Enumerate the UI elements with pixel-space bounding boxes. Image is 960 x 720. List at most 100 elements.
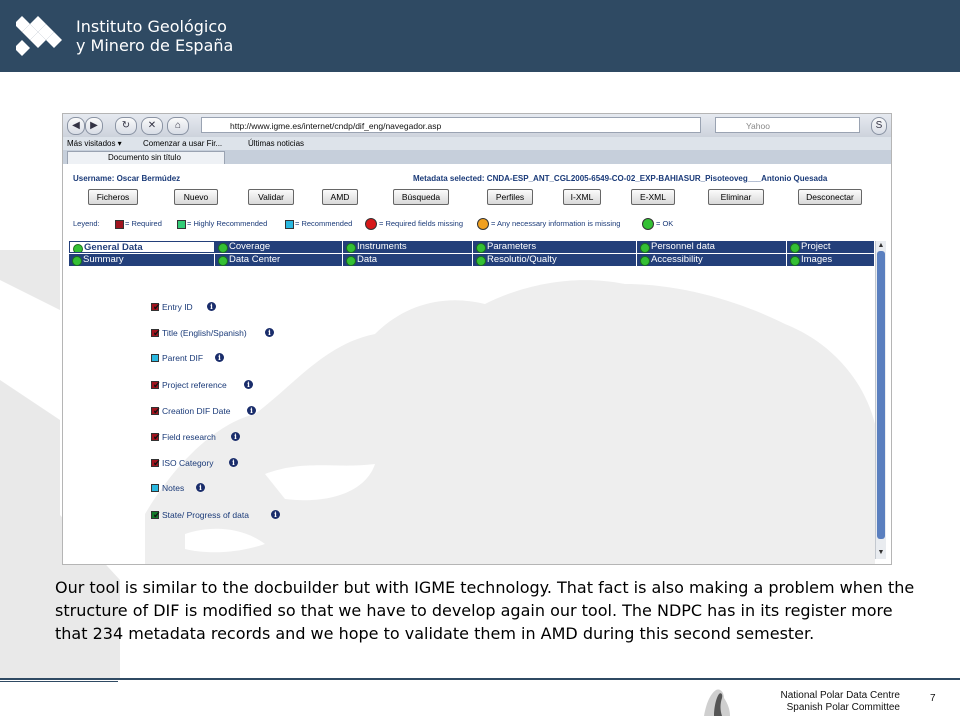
tab-label: Coverage	[229, 241, 271, 252]
status-ok-icon	[790, 243, 800, 253]
nuevo-button[interactable]: Nuevo	[174, 189, 218, 205]
info-icon[interactable]: i	[271, 510, 280, 519]
legend-title: Leyend:	[73, 219, 100, 228]
scroll-down-icon[interactable]: ▼	[877, 549, 885, 557]
stop-icon[interactable]: ✕	[141, 117, 163, 135]
info-icon[interactable]: i	[196, 483, 205, 492]
info-icon[interactable]: i	[244, 380, 253, 389]
field-label: Entry ID	[162, 302, 193, 312]
e-xml-button[interactable]: E-XML	[631, 189, 675, 205]
page-number: 7	[930, 693, 936, 704]
field-label: Notes	[162, 483, 185, 493]
field-label: Title (English/Spanish)	[162, 328, 247, 338]
home-icon[interactable]: ⌂	[167, 117, 189, 135]
status-ok-icon	[218, 243, 228, 253]
section-tabs: General Data Coverage Instruments Parame…	[69, 241, 881, 266]
scroll-up-icon[interactable]: ▲	[877, 242, 885, 250]
status-ok-icon	[72, 256, 82, 266]
header-band: Instituto Geológico y Minero de España	[0, 0, 960, 72]
tab-label: Summary	[83, 254, 124, 265]
tab-instruments[interactable]: Instruments	[343, 241, 473, 253]
tab-parameters[interactable]: Parameters	[473, 241, 637, 253]
organization-line-1: Instituto Geológico	[76, 17, 227, 36]
bookmarks-bar: Más visitados ▾ Comenzar a usar Fir... Ú…	[63, 137, 891, 150]
skype-icon[interactable]: S	[871, 117, 887, 135]
required-checkbox-icon[interactable]: ✔	[151, 328, 161, 338]
status-ok-icon	[346, 243, 356, 253]
tab-coverage[interactable]: Coverage	[215, 241, 343, 253]
body-paragraph: Our tool is similar to the docbuilder bu…	[55, 578, 915, 643]
field-label: Project reference	[162, 380, 227, 390]
info-icon[interactable]: i	[231, 432, 240, 441]
recommended-checkbox-icon[interactable]	[151, 354, 159, 362]
back-icon[interactable]: ◀	[67, 117, 85, 135]
tab-label: Instruments	[357, 241, 407, 252]
url-bar[interactable]: http://www.igme.es/internet/cndp/dif_eng…	[201, 117, 701, 133]
footer-rule-short	[0, 681, 118, 682]
bookmark-most-visited[interactable]: Más visitados ▾	[67, 137, 122, 150]
organization-line-2: y Minero de España	[76, 36, 234, 55]
browser-toolbar: ◀ ▶ ↻ ✕ ⌂ http://www.igme.es/internet/cn…	[63, 114, 891, 137]
legend-recommended: = Recommended	[295, 219, 353, 228]
tab-label: Project	[801, 241, 831, 252]
tab-general-data[interactable]: General Data	[69, 241, 215, 253]
recommended-checkbox-icon[interactable]	[151, 484, 159, 492]
busqueda-button[interactable]: Búsqueda	[393, 189, 449, 205]
tab-strip: Documento sin título	[63, 150, 891, 164]
desconectar-button[interactable]: Desconectar	[798, 189, 862, 205]
status-ok-icon	[640, 243, 650, 253]
tab-label: Parameters	[487, 241, 537, 252]
tab-personnel-data[interactable]: Personnel data	[637, 241, 787, 253]
required-checkbox-icon[interactable]: ✔	[151, 380, 161, 390]
ficheros-button[interactable]: Ficheros	[88, 189, 138, 205]
status-ok-icon	[73, 244, 83, 252]
field-label: Creation DIF Date	[162, 406, 231, 416]
footer-rule	[0, 678, 960, 680]
vertical-scrollbar[interactable]: ▲ ▼	[875, 241, 886, 559]
organization-name: Instituto Geológico y Minero de España	[76, 17, 233, 55]
highly-recommended-swatch-icon	[177, 220, 186, 229]
legend-highly-recommended: = Highly Recommended	[187, 219, 268, 228]
required-checkbox-icon[interactable]: ✔	[151, 406, 161, 416]
required-checkbox-icon[interactable]: ✔	[151, 302, 161, 312]
ok-checkbox-icon[interactable]: ✔	[151, 510, 161, 520]
info-icon[interactable]: i	[265, 328, 274, 337]
tab-project[interactable]: Project	[787, 241, 875, 253]
legend-required: = Required	[125, 219, 162, 228]
search-box[interactable]: Yahoo	[715, 117, 860, 133]
tab-document[interactable]: Documento sin título	[67, 151, 225, 164]
ok-dot-icon	[642, 218, 654, 230]
igme-logo-icon	[16, 16, 62, 56]
antarctica-map-background	[145, 280, 875, 564]
required-swatch-icon	[115, 220, 124, 229]
eliminar-button[interactable]: Eliminar	[708, 189, 764, 205]
info-icon[interactable]: i	[229, 458, 238, 467]
field-label: Field research	[162, 432, 216, 442]
perfiles-button[interactable]: Perfiles	[487, 189, 533, 205]
recommended-swatch-icon	[285, 220, 294, 229]
legend-any-missing: = Any necessary information is missing	[491, 219, 621, 228]
bookmark-get-started[interactable]: Comenzar a usar Fir...	[143, 137, 222, 150]
tab-label: Personnel data	[651, 241, 715, 252]
required-checkbox-icon[interactable]: ✔	[151, 432, 161, 442]
required-checkbox-icon[interactable]: ✔	[151, 458, 161, 468]
amd-button[interactable]: AMD	[322, 189, 358, 205]
info-icon[interactable]: i	[207, 302, 216, 311]
status-ok-icon	[476, 243, 486, 253]
info-icon[interactable]: i	[247, 406, 256, 415]
tab-label: General Data	[84, 242, 143, 253]
info-icon[interactable]: i	[215, 353, 224, 362]
legend-required-missing: = Required fields missing	[379, 219, 463, 228]
any-missing-dot-icon	[477, 218, 489, 230]
bookmark-latest-news[interactable]: Últimas noticias	[248, 137, 304, 150]
field-label: Parent DIF	[162, 353, 204, 363]
validar-button[interactable]: Validar	[248, 189, 294, 205]
browser-screenshot: ◀ ▶ ↻ ✕ ⌂ http://www.igme.es/internet/cn…	[62, 113, 892, 565]
footer-line-2: Spanish Polar Committee	[786, 702, 900, 713]
i-xml-button[interactable]: I-XML	[563, 189, 601, 205]
metadata-selected-label: Metadata selected: CNDA-ESP_ANT_CGL2005-…	[413, 174, 828, 183]
forward-icon[interactable]: ▶	[85, 117, 103, 135]
reload-icon[interactable]: ↻	[115, 117, 137, 135]
field-label: State/ Progress of data	[162, 510, 249, 520]
scroll-thumb[interactable]	[877, 251, 885, 539]
